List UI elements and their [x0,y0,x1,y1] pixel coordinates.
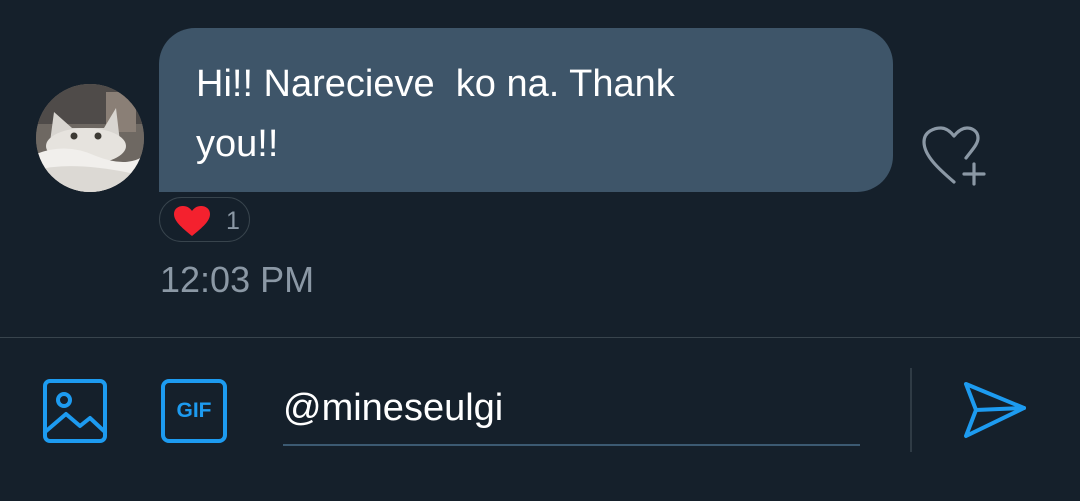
heart-plus-icon[interactable] [918,126,990,186]
dm-conversation-screen: Hi!! Narecieve ko na. Thank you!! 1 12:0… [0,0,1080,501]
gif-button[interactable]: GIF [160,378,230,444]
cat-avatar-image [36,84,144,192]
avatar[interactable] [36,84,144,192]
composer-separator [910,368,912,452]
reaction-count: 1 [226,207,240,235]
message-timestamp: 12:03 PM [160,259,315,300]
message-bubble[interactable]: Hi!! Narecieve ko na. Thank you!! [159,28,893,192]
gif-label: GIF [176,399,212,422]
image-icon[interactable] [42,378,108,444]
send-icon[interactable] [962,380,1028,440]
message-input[interactable] [283,372,860,446]
reaction-summary[interactable]: 1 [159,197,250,242]
heart-icon [173,205,211,237]
composer-divider [0,337,1080,338]
